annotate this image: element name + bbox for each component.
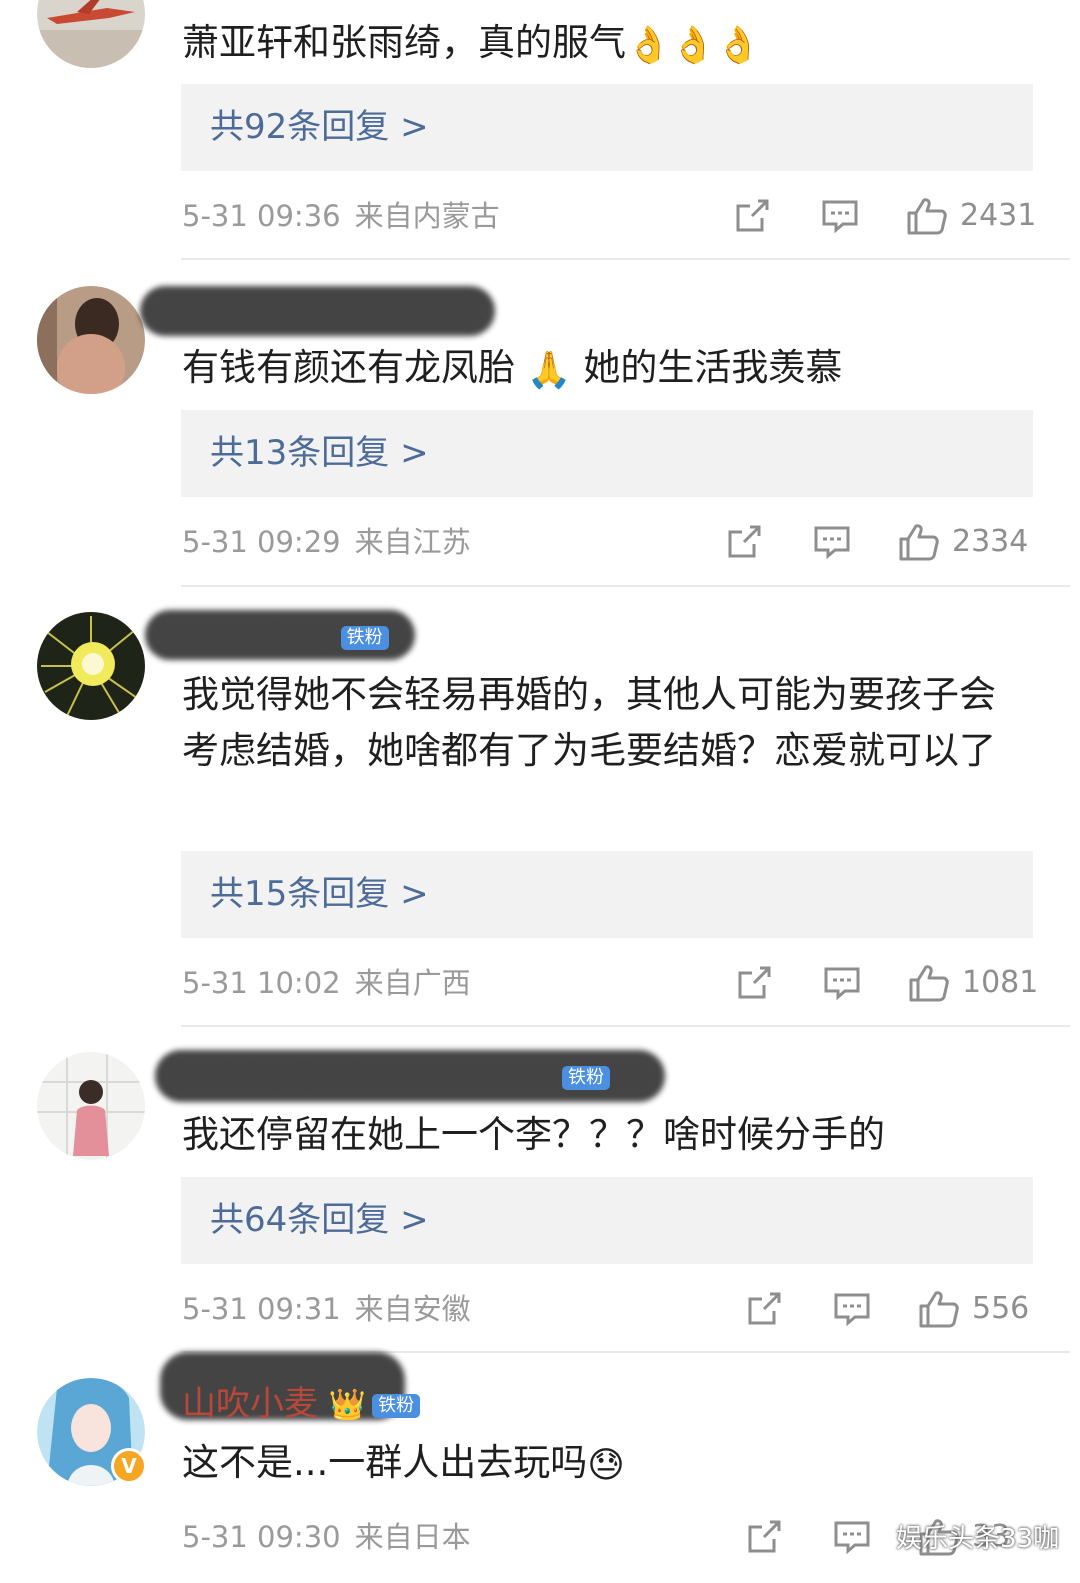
comment-icon [824,967,860,1001]
thumbs-up-icon [907,198,947,235]
thumbs-up-icon [899,524,939,561]
reply-box[interactable]: 共64条回复 > [181,1177,1033,1264]
verified-icon: V [111,1448,147,1484]
comment-button[interactable] [821,194,859,238]
comment-text: 有钱有颜还有龙凤胎 🙏 她的生活我羡慕 [182,346,843,391]
avatar[interactable] [37,1052,145,1160]
comment-button[interactable] [833,1515,871,1559]
share-icon [748,1292,781,1325]
share-button[interactable] [736,961,772,1005]
location: 来自内蒙古 [354,199,500,233]
share-icon [736,199,769,232]
share-icon [748,1520,781,1553]
share-button[interactable] [746,1515,782,1559]
thumbs-up-icon [909,965,949,1002]
comment-text: 我觉得她不会轻易再婚的，其他人可能为要孩子会考虑结婚，她啥都有了为毛要结婚？恋爱… [182,673,996,772]
comment-text: 我还停留在她上一个李？？？啥时候分手的 [182,1113,885,1156]
avatar[interactable] [37,286,145,394]
avatar[interactable]: V [37,1378,147,1486]
share-button[interactable] [726,520,762,564]
crown-icon: 👑 [328,1387,367,1423]
location: 来自安徽 [354,1292,471,1326]
comment-text: 萧亚轩和张雨绮，真的服气👌👌👌 [182,21,761,66]
view-replies-link[interactable]: 共64条回复 > [210,1177,429,1264]
fan-badge: 铁粉 [340,625,389,650]
divider [181,585,1070,587]
like-count: 2334 [952,524,1029,559]
sweat-emoji: 😓 [587,1445,625,1486]
comment-icon [822,200,858,234]
username[interactable]: 山吹小麦 👑 铁粉 [182,1376,421,1432]
reply-box[interactable]: 共13条回复 > [181,410,1033,497]
timestamp: 5-31 09:36 [182,199,341,233]
share-button[interactable] [746,1287,782,1331]
like-count: 1081 [962,965,1039,1000]
comment-icon [834,1293,870,1327]
timestamp: 5-31 09:29 [182,525,341,559]
comment-meta: 5-31 10:02 来自广西 [182,961,471,1005]
timestamp: 5-31 10:02 [182,966,341,1000]
comment-text: 这不是...一群人出去玩吗😓 [182,1441,625,1486]
comment-meta: 5-31 09:30 来自日本 [182,1515,471,1559]
username[interactable]: 愿你终将成为更好的自己 铁粉 [182,1048,610,1104]
comment-button[interactable] [823,961,861,1005]
divider [181,1025,1070,1027]
comment-button[interactable] [813,520,851,564]
avatar[interactable] [37,0,145,68]
timestamp: 5-31 09:30 [182,1520,341,1554]
share-icon [738,966,771,999]
like-button[interactable]: 556 [918,1287,1029,1331]
like-count: 2431 [960,198,1037,233]
username[interactable]: mslwfing 铁粉 [182,608,389,664]
fan-badge: 铁粉 [562,1065,610,1090]
view-replies-link[interactable]: 共15条回复 > [210,851,429,938]
praying-emoji: 🙏 [526,350,572,391]
avatar[interactable] [37,612,145,720]
share-button[interactable] [734,194,770,238]
like-button[interactable]: 1081 [908,961,1038,1005]
location: 来自日本 [354,1520,471,1554]
view-replies-link[interactable]: 共92条回复 > [210,84,429,171]
thumbs-up-icon [919,1291,959,1328]
comment-meta: 5-31 09:29 来自江苏 [182,520,471,564]
reply-box[interactable]: 共15条回复 > [181,851,1033,938]
reply-box[interactable]: 共92条回复 > [181,84,1033,171]
ok-hand-emoji: 👌👌👌 [626,25,761,66]
timestamp: 5-31 09:31 [182,1292,341,1326]
like-count: 556 [972,1291,1030,1326]
share-icon [728,525,761,558]
location: 来自广西 [354,966,471,1000]
watermark: 娱乐头条33咖 [896,1524,1060,1554]
location: 来自江苏 [354,525,471,559]
fan-badge: 铁粉 [372,1393,421,1418]
like-button[interactable]: 2431 [906,194,1036,238]
comment-meta: 5-31 09:31 来自安徽 [182,1287,471,1331]
username[interactable]: 不穿裤子会很强 [182,283,420,339]
view-replies-link[interactable]: 共13条回复 > [210,410,429,497]
comment-button[interactable] [833,1287,871,1331]
like-button[interactable]: 2334 [898,520,1028,564]
comment-meta: 5-31 09:36 来自内蒙古 [182,194,500,238]
comment-icon [814,526,850,560]
comment-icon [834,1521,870,1555]
divider [181,258,1070,260]
